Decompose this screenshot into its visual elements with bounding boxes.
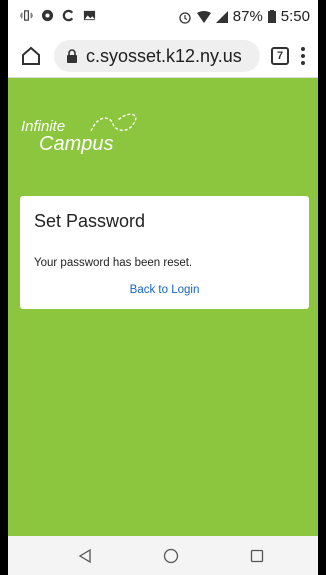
android-nav-bar <box>8 536 318 575</box>
app-notification-icon <box>41 9 54 22</box>
browser-toolbar: c.syosset.k12.ny.us 7 <box>8 34 318 78</box>
tabs-icon: 7 <box>276 50 284 62</box>
back-to-login-link[interactable]: Back to Login <box>20 284 309 296</box>
recents-icon[interactable] <box>248 547 266 565</box>
sync-icon <box>62 9 74 22</box>
card-title: Set Password <box>34 211 146 231</box>
phone-screen: 87% 5:50 c.syosset.k12.ny.us 7 Infinite … <box>8 0 318 575</box>
logo-text-campus: Campus <box>39 133 114 155</box>
clock: 5:50 <box>280 8 310 25</box>
set-password-card: Set Password Your password has been rese… <box>20 196 309 309</box>
lock-icon <box>67 49 77 63</box>
signal-icon <box>215 10 228 23</box>
alarm-icon <box>179 11 191 24</box>
tabs-button[interactable]: 7 <box>271 47 289 65</box>
infinite-campus-logo: Infinite Campus <box>21 111 141 157</box>
wifi-icon <box>196 10 211 23</box>
battery-percent: 87% <box>232 8 263 25</box>
url-bar[interactable]: c.syosset.k12.ny.us <box>54 40 260 72</box>
home-circle-icon[interactable] <box>162 547 180 565</box>
vibrate-icon <box>20 10 33 21</box>
notification-icons <box>20 9 96 22</box>
status-bar: 87% 5:50 <box>8 0 318 34</box>
home-icon[interactable] <box>19 44 43 68</box>
reset-message: Your password has been reset. <box>34 257 193 269</box>
back-icon[interactable] <box>76 547 94 565</box>
system-status: 87% 5:50 <box>178 8 310 25</box>
battery-icon <box>267 10 276 23</box>
menu-icon[interactable] <box>297 44 309 68</box>
url-text: c.syosset.k12.ny.us <box>86 45 242 66</box>
image-icon <box>83 10 96 21</box>
page-content: Infinite Campus Set Password Your passwo… <box>8 78 318 536</box>
